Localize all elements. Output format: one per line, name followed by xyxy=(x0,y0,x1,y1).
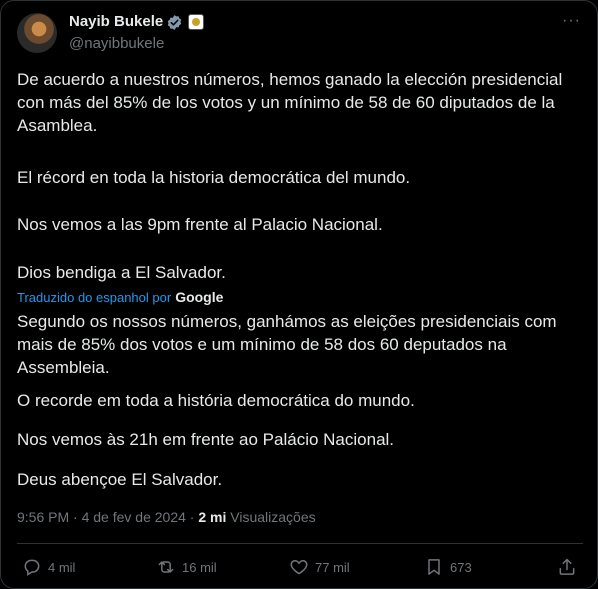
bookmark-button[interactable]: 673 xyxy=(424,557,472,577)
avatar[interactable] xyxy=(17,13,57,53)
repost-button[interactable]: 16 mil xyxy=(156,557,217,577)
reply-icon xyxy=(24,559,40,576)
tweet-paragraph-1: De acuerdo a nuestros números, hemos gan… xyxy=(17,70,563,135)
like-count: 77 mil xyxy=(315,559,350,575)
verified-badge-icon xyxy=(167,15,182,30)
bookmark-icon xyxy=(428,559,440,575)
tweet-paragraph-3: Nos vemos a las 9pm frente al Palacio Na… xyxy=(17,215,383,234)
heart-icon xyxy=(290,559,308,575)
translation-paragraph-4: Deus abençoe El Salvador. xyxy=(17,470,223,489)
divider xyxy=(17,543,583,544)
share-icon xyxy=(559,558,575,575)
tweet-date[interactable]: 4 de fev de 2024 xyxy=(82,509,186,525)
reply-button[interactable]: 4 mil xyxy=(22,557,75,577)
repost-count: 16 mil xyxy=(182,559,217,575)
tweet-paragraph-2: El récord en toda la historia democrátic… xyxy=(17,168,411,187)
author-handle[interactable]: @nayibbukele xyxy=(69,35,164,52)
repost-icon xyxy=(158,561,174,573)
google-logo: Google xyxy=(175,289,224,305)
more-options-icon[interactable]: ··· xyxy=(562,12,581,30)
affiliation-icon[interactable] xyxy=(188,14,204,30)
share-button[interactable] xyxy=(557,557,577,577)
tweet-time[interactable]: 9:56 PM xyxy=(17,509,69,525)
tweet-meta: 9:56 PM · 4 de fev de 2024 · 2 mi Visual… xyxy=(17,509,316,525)
views-label: Visualizações xyxy=(230,509,316,525)
translation-paragraph-1: Segundo os nossos números, ganhámos as e… xyxy=(17,312,557,377)
bookmark-count: 673 xyxy=(450,559,472,575)
translation-paragraph-3: Nos vemos às 21h em frente ao Palácio Na… xyxy=(17,430,395,449)
meta-separator: · xyxy=(73,509,78,525)
author-name[interactable]: Nayib Bukele xyxy=(69,13,163,30)
like-button[interactable]: 77 mil xyxy=(289,557,350,577)
translation-paragraph-2: O recorde em toda a história democrática… xyxy=(17,391,415,410)
meta-separator-2: · xyxy=(189,509,195,525)
translation-attribution[interactable]: Traduzido do espanhol por Google xyxy=(17,289,223,305)
tweet-paragraph-4: Dios bendiga a El Salvador. xyxy=(17,263,226,282)
reply-count: 4 mil xyxy=(48,559,76,575)
views-count: 2 mi xyxy=(198,509,227,525)
translation-label: Traduzido do espanhol por xyxy=(17,289,172,305)
